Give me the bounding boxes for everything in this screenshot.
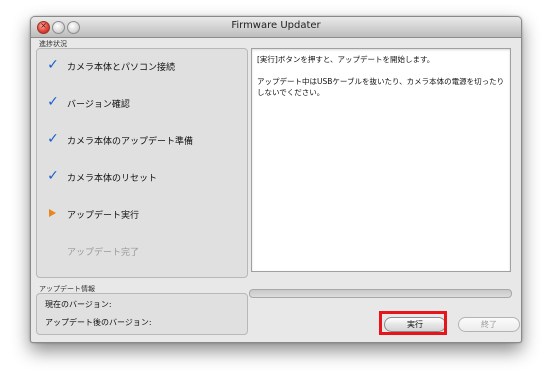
step-connect: ✓ カメラ本体とパソコン接続	[37, 57, 247, 75]
progress-steps-panel: ✓ カメラ本体とパソコン接続 ✓ バージョン確認 ✓ カメラ本体のアップデート準…	[36, 48, 248, 278]
message-line-2: アップデート中はUSBケーブルを抜いたり、カメラ本体の電源を切ったりしないでくだ…	[257, 77, 505, 97]
current-step-arrow-icon	[49, 209, 56, 217]
message-line-1: [実行]ボタンを押すと、アップデートを開始します。	[257, 55, 435, 64]
execute-button-highlight	[379, 311, 447, 335]
step-update-complete: アップデート完了	[37, 244, 247, 260]
title-bar: × Firmware Updater	[31, 17, 521, 38]
checkmark-icon: ✓	[47, 168, 59, 184]
current-version-label: 現在のバージョン:	[45, 300, 112, 309]
step-reset-camera: ✓ カメラ本体のリセット	[37, 168, 247, 186]
message-area: [実行]ボタンを押すと、アップデートを開始します。 アップデート中はUSBケーブ…	[251, 48, 511, 272]
step-version-check: ✓ バージョン確認	[37, 94, 247, 112]
step-label: カメラ本体とパソコン接続	[67, 63, 176, 73]
updated-version-label: アップデート後のバージョン:	[45, 318, 152, 327]
checkmark-icon: ✓	[47, 131, 59, 147]
firmware-updater-window: × Firmware Updater 進捗状況 ✓ カメラ本体とパソコン接続 ✓…	[30, 16, 522, 343]
checkmark-icon: ✓	[47, 94, 59, 110]
step-label: カメラ本体のリセット	[67, 174, 158, 184]
update-info-panel: 現在のバージョン: アップデート後のバージョン:	[36, 293, 248, 335]
step-prepare-update: ✓ カメラ本体のアップデート準備	[37, 131, 247, 149]
window-title: Firmware Updater	[231, 20, 321, 31]
update-progress-bar	[249, 289, 512, 298]
quit-button[interactable]: 終了	[458, 317, 520, 332]
step-label: アップデート完了	[67, 248, 140, 258]
step-label: アップデート実行	[67, 211, 140, 221]
step-label: カメラ本体のアップデート準備	[67, 137, 194, 147]
step-run-update: アップデート実行	[37, 207, 247, 223]
checkmark-icon: ✓	[47, 57, 59, 73]
step-label: バージョン確認	[67, 100, 130, 110]
